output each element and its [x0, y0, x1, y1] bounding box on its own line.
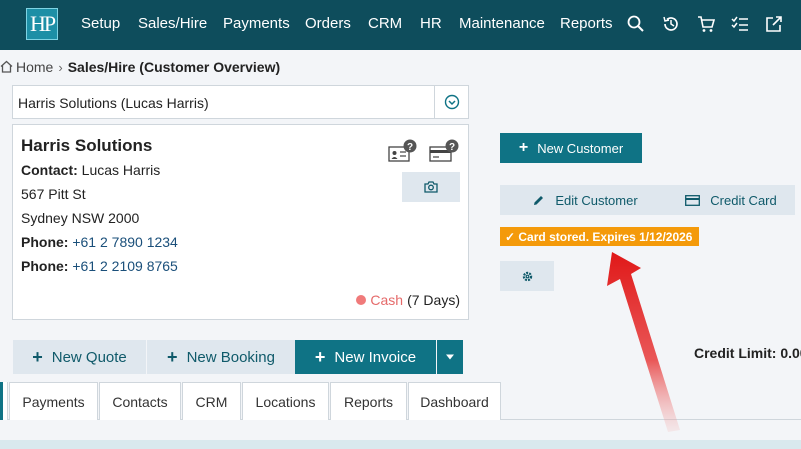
- payment-terms-days: (7 Days): [407, 292, 460, 308]
- status-dot-icon: [356, 295, 367, 305]
- history-icon[interactable]: [661, 14, 681, 34]
- tab-payments[interactable]: Payments: [9, 382, 98, 420]
- nav-item-hr[interactable]: HR: [420, 15, 442, 32]
- top-nav-bar: HP Setup Sales/Hire Payments Orders CRM …: [0, 0, 801, 50]
- payment-type: Cash: [370, 292, 404, 308]
- edit-customer-button[interactable]: Edit Customer: [500, 185, 670, 215]
- nav-item-payments[interactable]: Payments: [223, 15, 290, 32]
- phone-2-link[interactable]: +61 2 2109 8765: [72, 258, 178, 274]
- new-invoice-dropdown-button[interactable]: [437, 340, 463, 374]
- phone-1-link[interactable]: +61 2 7890 1234: [72, 234, 178, 250]
- new-quote-label: New Quote: [51, 348, 127, 366]
- credit-card-button[interactable]: Credit Card: [667, 185, 795, 215]
- nav-item-sales-hire[interactable]: Sales/Hire: [138, 15, 207, 32]
- plus-icon: +: [314, 346, 326, 367]
- tab-dashboard[interactable]: Dashboard: [408, 382, 501, 420]
- new-quote-button[interactable]: + New Quote: [13, 340, 146, 374]
- plus-icon: +: [167, 346, 178, 367]
- cart-icon[interactable]: [696, 14, 716, 34]
- settings-button[interactable]: [500, 261, 554, 291]
- customer-phone-2: Phone: +61 2 2109 8765: [21, 258, 178, 274]
- nav-item-orders[interactable]: Orders: [305, 15, 351, 32]
- contact-label: Contact:: [21, 162, 78, 178]
- card-status-badge: ✓ Card stored. Expires 1/12/2026: [500, 227, 699, 246]
- edit-customer-label: Edit Customer: [555, 192, 638, 208]
- credit-card-label: Credit Card: [710, 192, 777, 208]
- customer-select-toggle[interactable]: [434, 86, 468, 118]
- home-icon[interactable]: [0, 60, 13, 73]
- new-booking-label: New Booking: [186, 348, 275, 366]
- pencil-icon: [534, 195, 544, 205]
- gear-icon: [522, 271, 532, 281]
- breadcrumb-home-link[interactable]: Home: [16, 59, 53, 75]
- customer-select[interactable]: Harris Solutions (Lucas Harris): [12, 85, 469, 119]
- tab-crm[interactable]: CRM: [182, 382, 241, 420]
- phone-label: Phone:: [21, 234, 69, 250]
- plus-icon: +: [518, 139, 529, 156]
- nav-item-reports[interactable]: Reports: [560, 15, 613, 32]
- breadcrumb-current: Sales/Hire (Customer Overview): [67, 59, 281, 75]
- photo-button[interactable]: [402, 172, 460, 202]
- customer-name: Harris Solutions: [21, 136, 153, 155]
- svg-text:?: ?: [407, 142, 413, 153]
- plus-icon: +: [32, 346, 43, 367]
- credit-card-unknown-icon[interactable]: ?: [429, 139, 459, 165]
- payment-terms: Cash (7 Days): [356, 292, 460, 308]
- search-icon[interactable]: [626, 14, 646, 34]
- tab-active[interactable]: [0, 382, 8, 420]
- nav-item-setup[interactable]: Setup: [81, 15, 120, 32]
- customer-phone-1: Phone: +61 2 7890 1234: [21, 234, 178, 250]
- breadcrumb: Home › Sales/Hire (Customer Overview): [0, 59, 280, 75]
- customer-contact: Contact: Lucas Harris: [21, 162, 160, 178]
- content-panel-top: [0, 440, 801, 449]
- external-link-icon[interactable]: [764, 14, 784, 34]
- tab-contacts[interactable]: Contacts: [99, 382, 181, 420]
- new-invoice-label: New Invoice: [334, 348, 417, 366]
- tab-locations[interactable]: Locations: [242, 382, 329, 420]
- new-invoice-button[interactable]: + New Invoice: [295, 340, 436, 374]
- customer-select-value: Harris Solutions (Lucas Harris): [18, 95, 209, 111]
- camera-icon: [424, 181, 438, 193]
- credit-card-icon: [685, 194, 701, 206]
- credit-limit: Credit Limit: 0.00: [694, 345, 801, 361]
- customer-details-card: Harris Solutions Contact: Lucas Harris 5…: [12, 124, 469, 320]
- customer-address-line2: Sydney NSW 2000: [21, 210, 140, 226]
- tab-reports[interactable]: Reports: [330, 382, 407, 420]
- phone-label: Phone:: [21, 258, 69, 274]
- customer-tabs: Payments Contacts CRM Locations Reports …: [0, 382, 801, 420]
- chevron-right-icon: ›: [58, 59, 63, 75]
- chevron-down-circle-icon: [444, 94, 459, 110]
- contact-value: Lucas Harris: [81, 162, 161, 178]
- id-card-unknown-icon[interactable]: ?: [388, 139, 418, 165]
- nav-item-crm[interactable]: CRM: [368, 15, 402, 32]
- nav-item-maintenance[interactable]: Maintenance: [459, 15, 545, 32]
- checklist-icon[interactable]: [730, 14, 750, 34]
- caret-down-icon: [446, 354, 454, 360]
- new-customer-button[interactable]: + New Customer: [500, 133, 642, 163]
- new-booking-button[interactable]: + New Booking: [147, 340, 295, 374]
- app-logo[interactable]: HP: [26, 8, 58, 40]
- customer-address-line1: 567 Pitt St: [21, 186, 86, 202]
- svg-text:?: ?: [449, 142, 455, 153]
- new-customer-label: New Customer: [537, 140, 624, 156]
